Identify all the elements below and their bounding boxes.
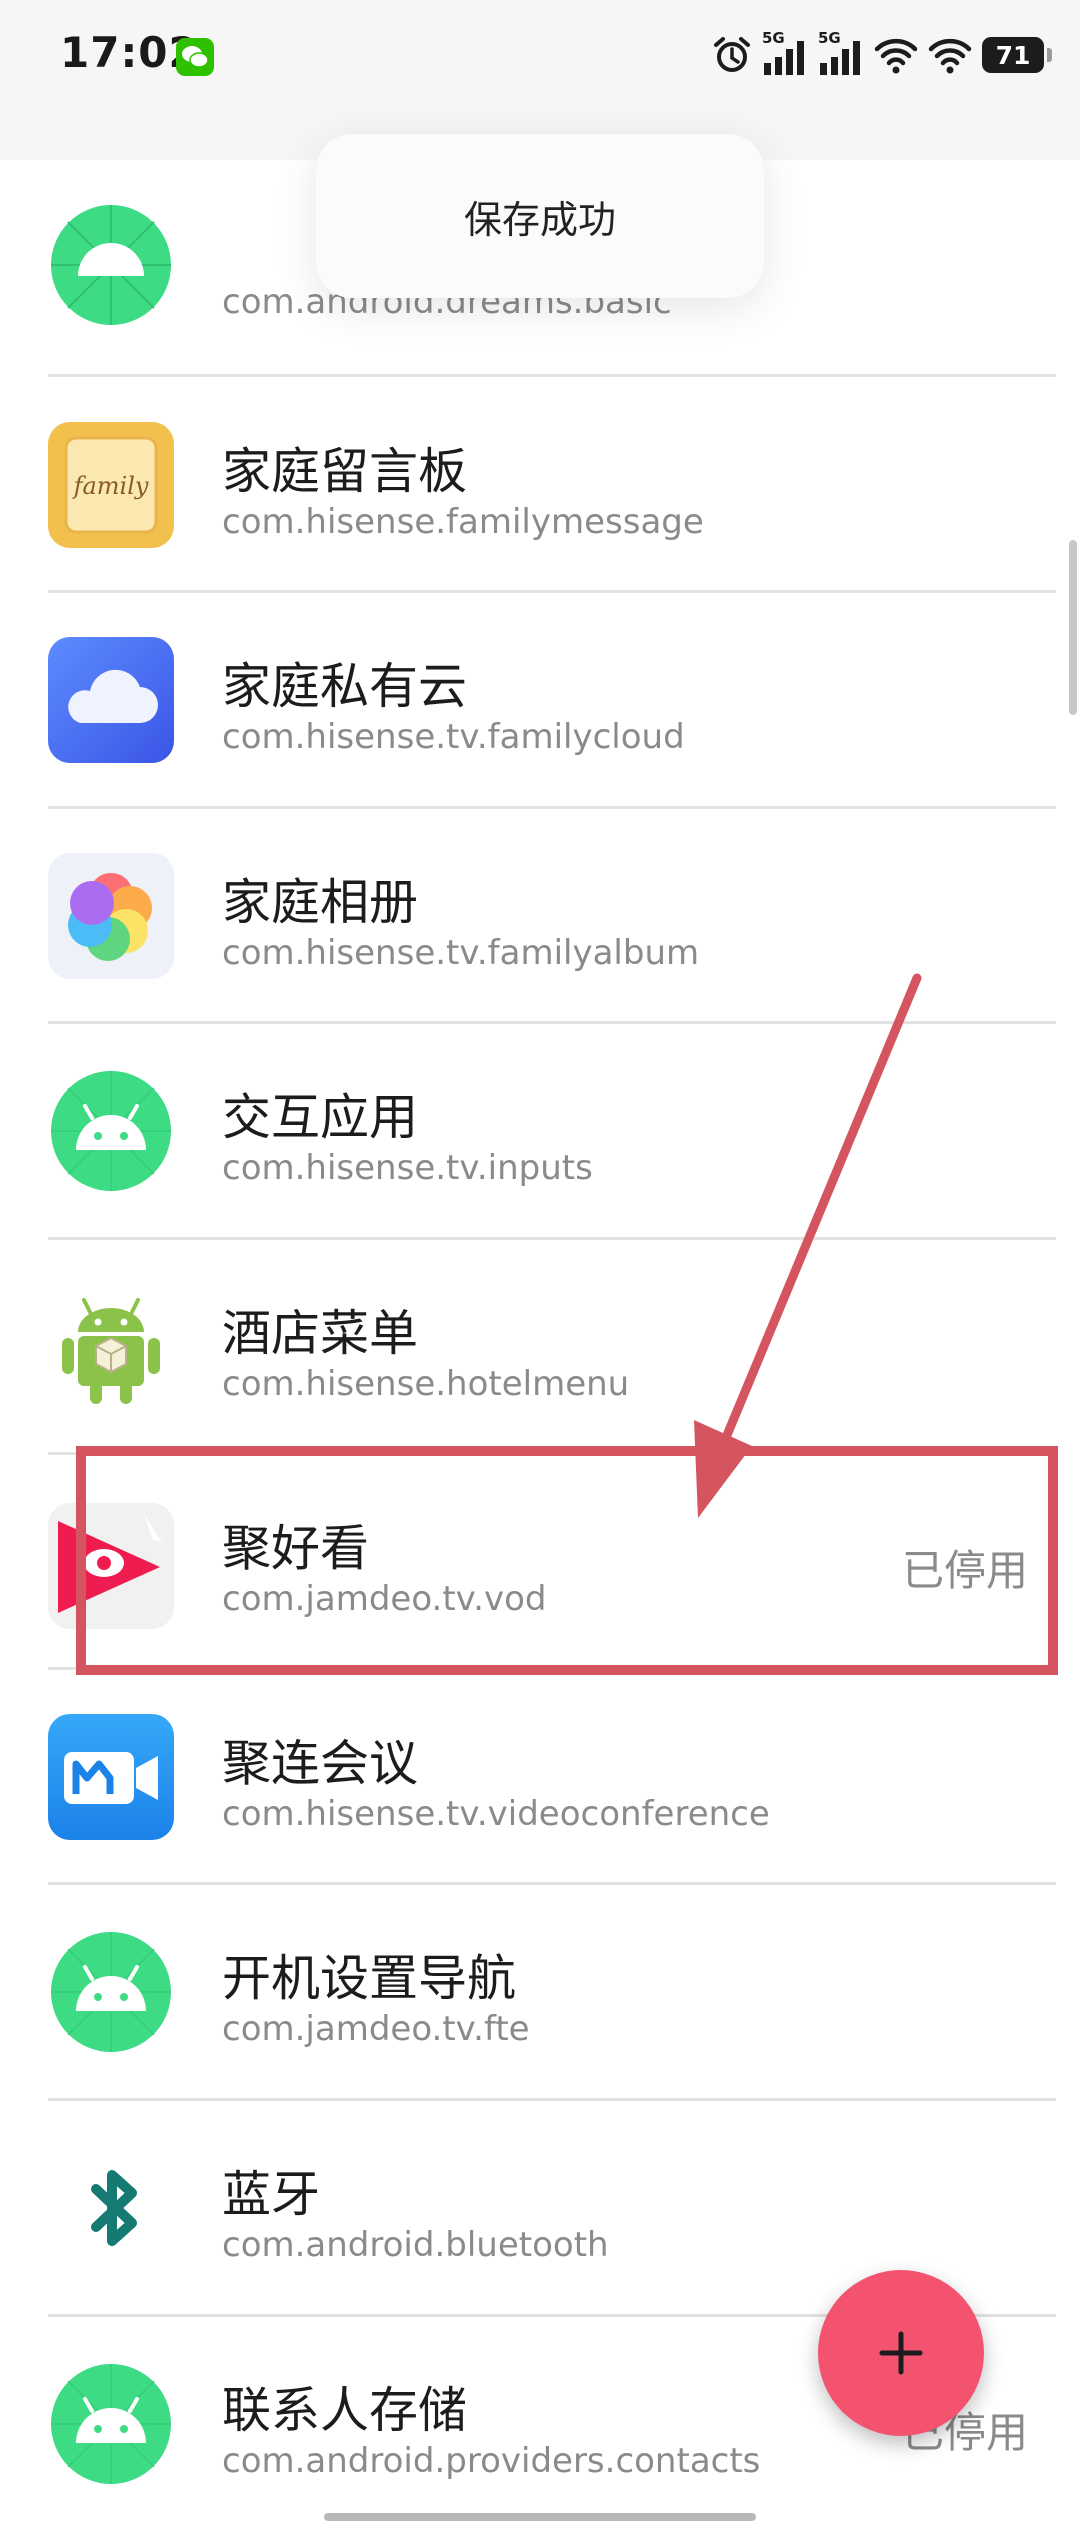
app-name: 家庭相册	[222, 874, 419, 931]
app-name: 交互应用	[222, 1089, 419, 1146]
svg-text:family: family	[72, 472, 149, 500]
app-name: 蓝牙	[222, 2166, 321, 2223]
app-package: com.hisense.tv.videoconference	[222, 1794, 770, 1834]
app-package: com.hisense.tv.inputs	[222, 1148, 593, 1188]
android-box-icon	[62, 1298, 160, 1404]
app-package: com.hisense.tv.familycloud	[222, 717, 685, 757]
screen: com.android.dreams.basic family 家庭留言板 co…	[0, 0, 1080, 2532]
app-list[interactable]: com.android.dreams.basic family 家庭留言板 co…	[0, 0, 1080, 2532]
app-name: 聚连会议	[222, 1735, 419, 1792]
scrollbar[interactable]	[1069, 540, 1077, 715]
app-package: com.jamdeo.tv.fte	[222, 2009, 530, 2049]
add-fab-button[interactable]	[818, 2270, 984, 2436]
list-item[interactable]: family 家庭留言板 com.hisense.familymessage	[0, 378, 1080, 593]
gesture-nav-bar[interactable]	[324, 2513, 756, 2521]
app-package: com.jamdeo.tv.vod	[222, 1579, 547, 1619]
app-name: 酒店菜单	[222, 1305, 419, 1362]
app-package: com.android.providers.contacts	[222, 2441, 761, 2481]
app-name: 家庭留言板	[222, 443, 468, 500]
cloud-icon	[48, 637, 174, 763]
plus-icon	[879, 2331, 923, 2375]
divider	[48, 374, 1056, 377]
list-item[interactable]: 酒店菜单 com.hisense.hotelmenu	[0, 1240, 1080, 1455]
list-item[interactable]: 家庭私有云 com.hisense.tv.familycloud	[0, 593, 1080, 808]
app-name: 聚好看	[222, 1520, 370, 1577]
disabled-status-label: 已停用	[901, 1546, 1028, 1595]
family-note-icon: family	[48, 422, 174, 548]
android-icon	[51, 1071, 171, 1191]
app-package: com.android.bluetooth	[222, 2225, 609, 2265]
android-icon	[51, 205, 171, 325]
photos-icon	[48, 853, 174, 979]
video-meeting-icon	[48, 1714, 174, 1840]
toast-message: 保存成功	[316, 134, 764, 298]
android-icon	[51, 2364, 171, 2484]
app-package: com.hisense.familymessage	[222, 502, 704, 542]
android-icon	[51, 1932, 171, 2052]
bluetooth-icon	[91, 2170, 137, 2246]
app-name: 家庭私有云	[222, 658, 468, 715]
list-item[interactable]: 聚好看 com.jamdeo.tv.vod 已停用	[0, 1455, 1080, 1670]
list-item[interactable]: 家庭相册 com.hisense.tv.familyalbum	[0, 809, 1080, 1024]
list-item[interactable]: 聚连会议 com.hisense.tv.videoconference	[0, 1670, 1080, 1885]
jhk-play-icon	[48, 1503, 174, 1629]
app-name: 联系人存储	[222, 2382, 468, 2439]
app-package: com.hisense.hotelmenu	[222, 1364, 630, 1404]
list-item[interactable]: 交互应用 com.hisense.tv.inputs	[0, 1024, 1080, 1239]
app-name: 开机设置导航	[222, 1950, 517, 2007]
list-item[interactable]: 开机设置导航 com.jamdeo.tv.fte	[0, 1885, 1080, 2100]
app-package: com.hisense.tv.familyalbum	[222, 933, 700, 973]
